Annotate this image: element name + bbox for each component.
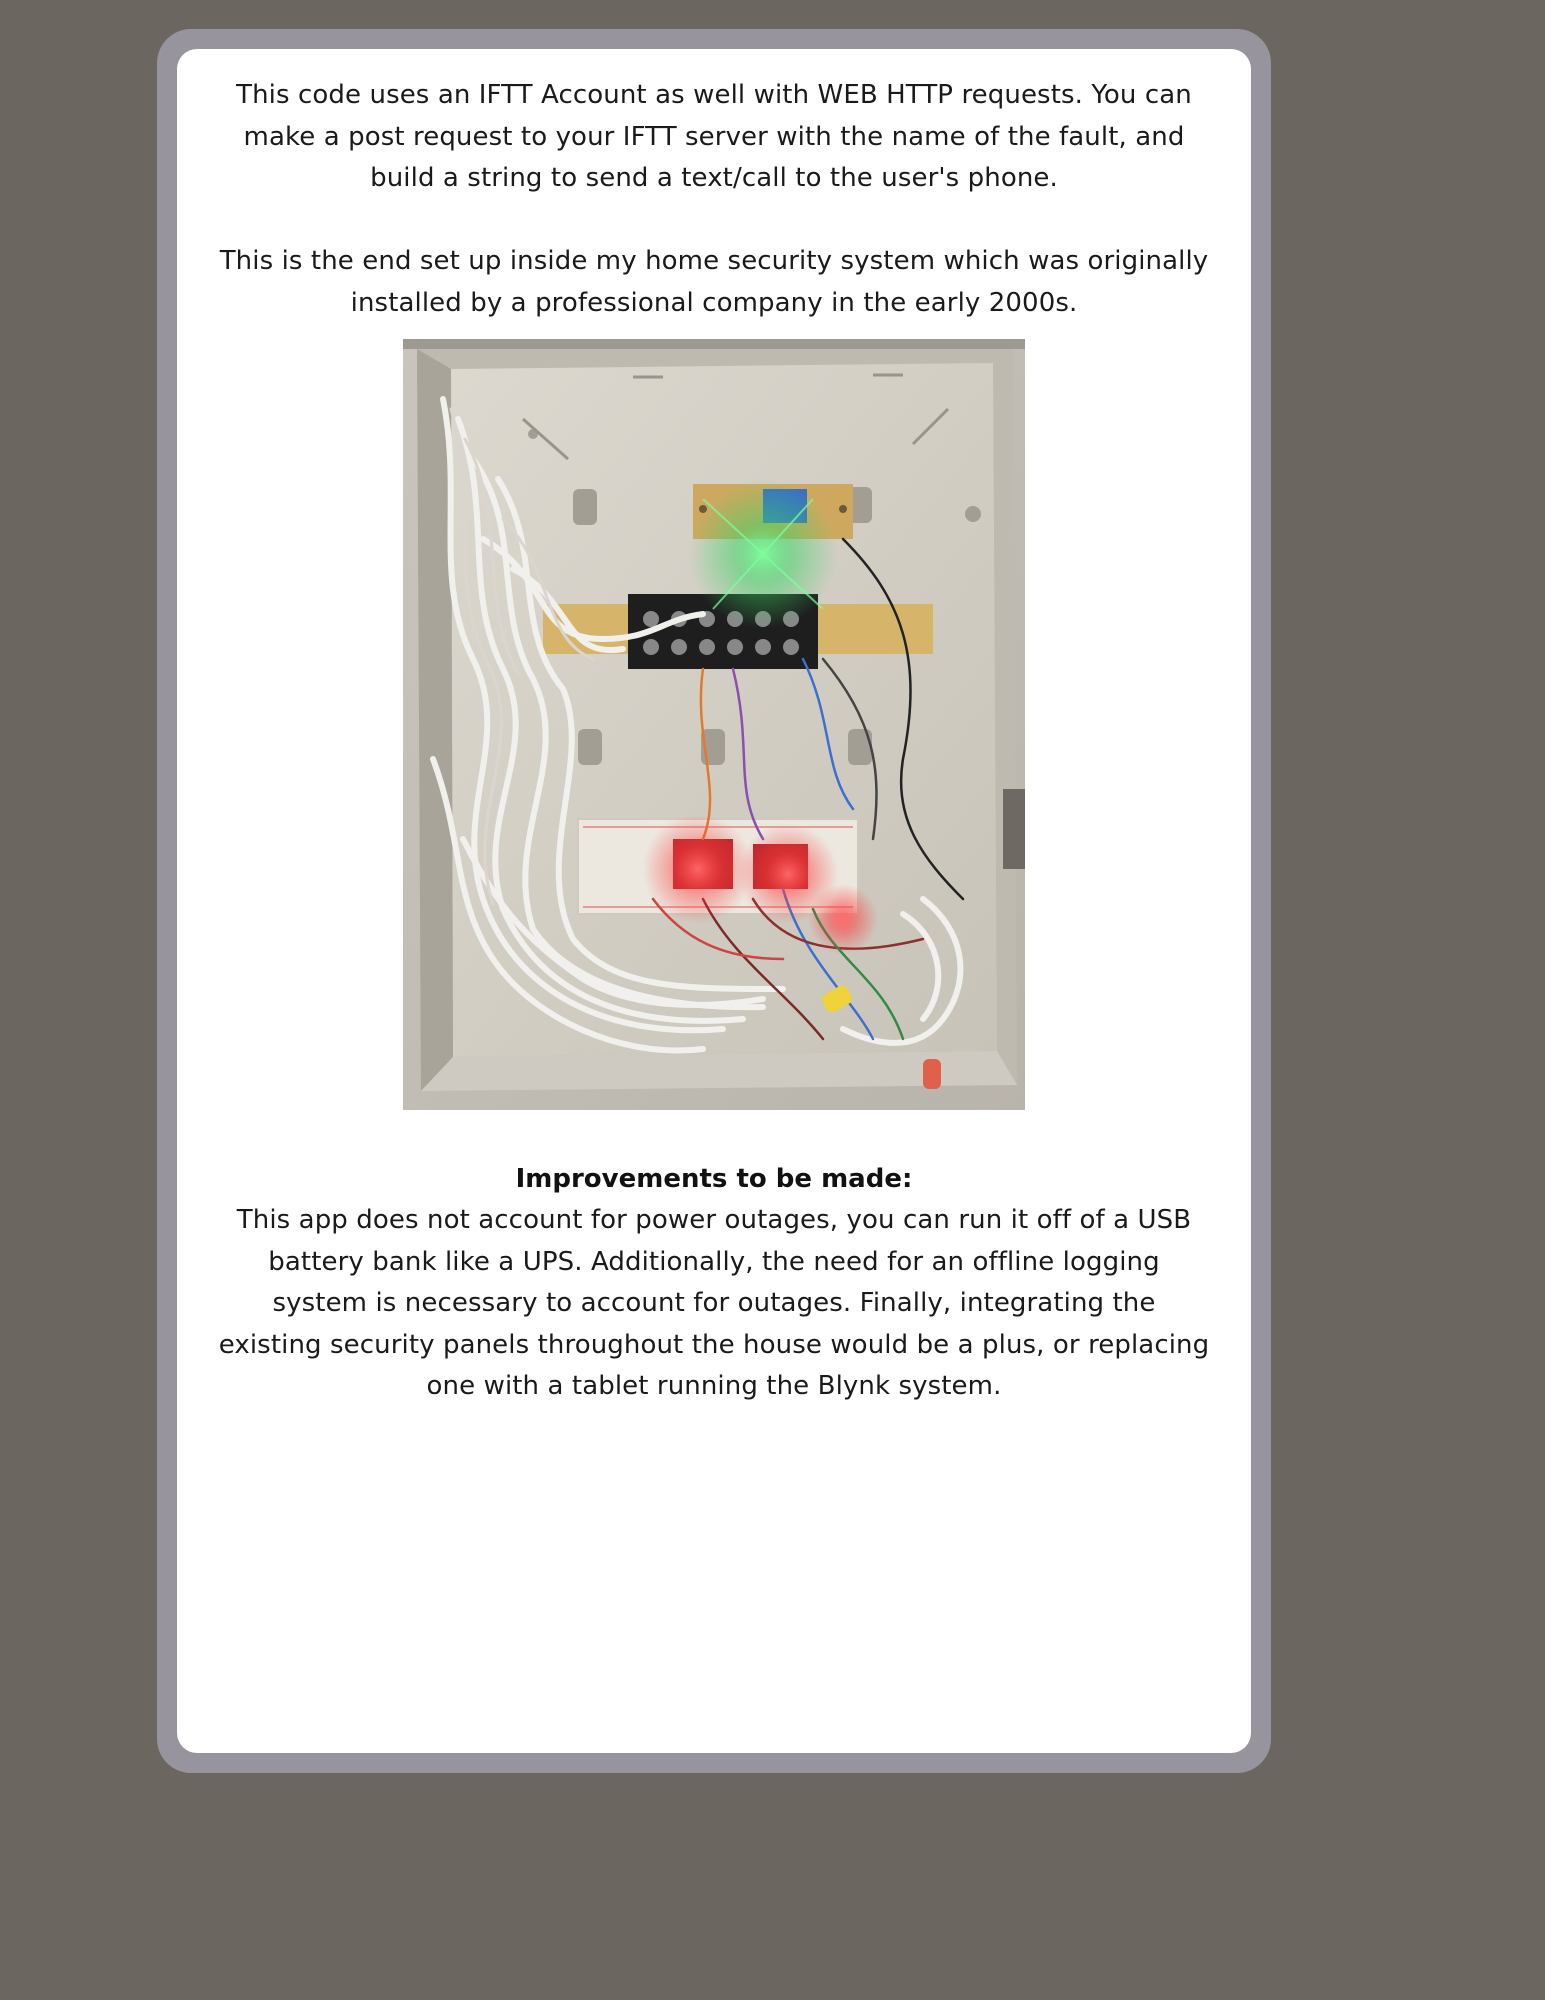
intro-paragraph: This code uses an IFTT Account as well w… — [236, 80, 1192, 193]
security-panel-photo-image — [403, 339, 1025, 1110]
security-panel-photo — [403, 339, 1025, 1110]
content-card: This code uses an IFTT Account as well w… — [177, 49, 1251, 1753]
improvements-heading: Improvements to be made: — [515, 1164, 913, 1194]
improvements-paragraph: This app does not account for power outa… — [218, 1205, 1210, 1401]
setup-paragraph: This is the end set up inside my home se… — [219, 246, 1209, 318]
content-frame: This code uses an IFTT Account as well w… — [157, 29, 1271, 1773]
